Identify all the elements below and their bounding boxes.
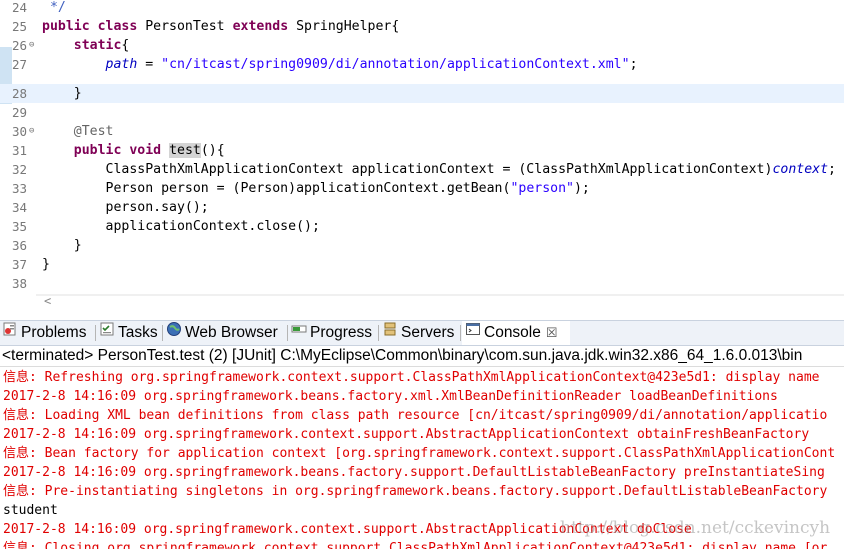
tab-web-browser[interactable]: Web Browser	[166, 321, 278, 345]
code-text: }	[42, 238, 82, 253]
code-line[interactable]: 25 public class PersonTest extends Sprin…	[0, 17, 844, 36]
view-tab-bar: Problems Tasks Web Browser Progress Serv…	[0, 320, 844, 346]
code-line[interactable]: 26 ⊖ static{	[0, 36, 844, 55]
tab-label: Progress	[310, 324, 373, 342]
line-number: 27	[12, 57, 28, 72]
console-line: 信息: Bean factory for application context…	[3, 446, 836, 461]
code-text: */	[42, 0, 66, 15]
code-text: Person person = (Person)applicationConte…	[42, 181, 590, 196]
code-line[interactable]: 34 person.say();	[0, 198, 844, 217]
editor-horizontal-scrollbar[interactable]	[36, 294, 844, 296]
tasks-icon	[99, 321, 115, 345]
console-icon	[465, 321, 481, 345]
tab-label: Web Browser	[185, 324, 278, 342]
close-tab-icon[interactable]: ☒	[546, 325, 558, 340]
code-text: }	[42, 86, 82, 101]
servers-icon	[382, 321, 398, 345]
scroll-left-arrow-icon[interactable]: <	[44, 294, 51, 308]
code-text: public void test(){	[73, 143, 225, 158]
console-line: 2017-2-8 14:16:09 org.springframework.be…	[3, 389, 778, 404]
console-status-header: <terminated> PersonTest.test (2) [JUnit]…	[0, 345, 844, 367]
code-line[interactable]: 29	[0, 103, 844, 122]
tab-label: Servers	[401, 324, 455, 342]
console-line: 2017-2-8 14:16:09 org.springframework.co…	[3, 427, 810, 442]
line-number: 38	[12, 276, 28, 291]
tab-console[interactable]: Console ☒	[462, 321, 570, 345]
line-number: 33	[12, 181, 28, 196]
console-line: 信息: Refreshing org.springframework.conte…	[3, 370, 820, 385]
console-output[interactable]: 信息: Refreshing org.springframework.conte…	[0, 368, 844, 549]
code-line[interactable]: 37 }	[0, 255, 844, 274]
line-number: 31	[12, 143, 28, 158]
code-line[interactable]: 32 ClassPathXmlApplicationContext applic…	[0, 160, 844, 179]
code-line[interactable]: 36 }	[0, 236, 844, 255]
code-line[interactable]: 31 public void test(){	[0, 141, 844, 160]
code-text: static{	[73, 38, 130, 53]
globe-icon	[166, 321, 182, 345]
problems-icon	[2, 321, 18, 345]
line-number: 36	[12, 238, 28, 253]
code-line[interactable]: 38	[0, 274, 844, 293]
line-number: 25	[12, 19, 28, 34]
code-text: applicationContext.close();	[42, 219, 320, 234]
code-editor[interactable]: 24 */ 25 public class PersonTest extends…	[0, 0, 844, 296]
code-line[interactable]: 35 applicationContext.close();	[0, 217, 844, 236]
code-text: person.say();	[42, 200, 209, 215]
tab-label: Problems	[21, 324, 87, 342]
code-text: ClassPathXmlApplicationContext applicati…	[42, 162, 836, 177]
fold-collapse-icon[interactable]: ⊖	[29, 36, 34, 55]
code-line[interactable]: 27 path = "cn/itcast/spring0909/di/annot…	[0, 55, 844, 74]
code-text: path = "cn/itcast/spring0909/di/annotati…	[105, 57, 638, 72]
line-number: 37	[12, 257, 28, 272]
fold-collapse-icon[interactable]: ⊖	[29, 122, 34, 141]
tab-label: Tasks	[118, 324, 158, 342]
line-number: 35	[12, 219, 28, 234]
code-line[interactable]: 24 */	[0, 0, 844, 17]
line-number: 24	[12, 0, 28, 15]
console-line: 信息: Loading XML bean definitions from cl…	[3, 408, 828, 423]
tab-problems[interactable]: Problems	[2, 321, 86, 345]
line-number: 28	[12, 86, 28, 101]
tab-progress[interactable]: Progress	[291, 321, 372, 345]
progress-icon	[291, 321, 307, 345]
code-text: }	[42, 257, 50, 272]
tab-tasks[interactable]: Tasks	[99, 321, 158, 345]
line-number: 29	[12, 105, 28, 120]
tab-servers[interactable]: Servers	[382, 321, 454, 345]
console-line: student	[3, 503, 58, 518]
code-line[interactable]: 30 ⊖ @Test	[0, 122, 844, 141]
code-text: public class PersonTest extends SpringHe…	[42, 19, 400, 34]
console-line: 信息: Pre-instantiating singletons in org.…	[3, 484, 828, 499]
line-number: 32	[12, 162, 28, 177]
watermark: http://blog.csdn.net/cckevincyh	[560, 518, 831, 538]
current-code-line[interactable]: 28 }	[0, 84, 844, 103]
console-line: 信息: Closing org.springframework.context.…	[3, 541, 828, 549]
code-line[interactable]: 33 Person person = (Person)applicationCo…	[0, 179, 844, 198]
line-number: 34	[12, 200, 28, 215]
tab-label: Console	[484, 324, 541, 342]
code-text: @Test	[42, 124, 114, 139]
console-line: 2017-2-8 14:16:09 org.springframework.be…	[3, 465, 825, 480]
